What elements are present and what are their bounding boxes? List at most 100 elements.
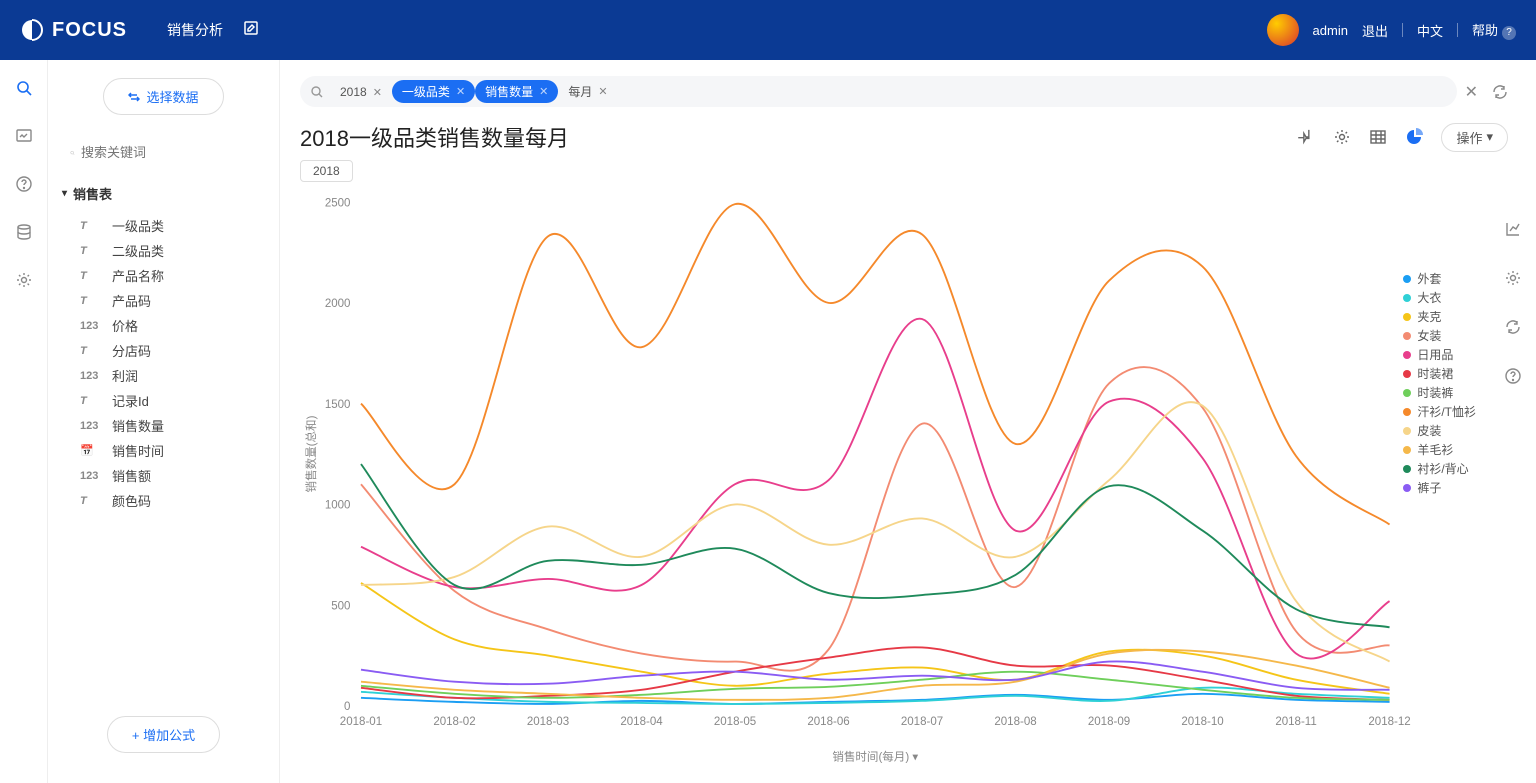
- field-label: 价格: [112, 316, 138, 335]
- lang-link[interactable]: 中文: [1417, 21, 1443, 40]
- refresh-icon[interactable]: [1504, 318, 1522, 341]
- legend-item[interactable]: 时装裙: [1403, 365, 1476, 382]
- field-label: 颜色码: [112, 491, 151, 510]
- field-item[interactable]: T颜色码: [62, 488, 265, 513]
- table-icon[interactable]: [1369, 128, 1387, 146]
- legend-item[interactable]: 裤子: [1403, 479, 1476, 496]
- legend-item[interactable]: 日用品: [1403, 346, 1476, 363]
- search-input[interactable]: [81, 145, 257, 160]
- username[interactable]: admin: [1313, 23, 1348, 38]
- legend-label: 羊毛衫: [1417, 441, 1453, 458]
- search-icon[interactable]: [14, 78, 34, 98]
- search-input-wrap[interactable]: [62, 139, 265, 166]
- query-pill[interactable]: 每月✕: [558, 80, 617, 103]
- axis-config-icon[interactable]: [1504, 220, 1522, 243]
- field-label: 利润: [112, 366, 138, 385]
- field-item[interactable]: T二级品类: [62, 238, 265, 263]
- close-icon[interactable]: ✕: [456, 85, 465, 98]
- field-item[interactable]: 123销售额: [62, 463, 265, 488]
- gear-icon[interactable]: [1333, 128, 1351, 146]
- logout-link[interactable]: 退出: [1362, 21, 1388, 40]
- clear-icon[interactable]: ✕: [1465, 82, 1478, 102]
- sidebar: 选择数据 销售表 T一级品类T二级品类T产品名称T产品码123价格T分店码123…: [48, 60, 280, 783]
- chart-title: 2018一级品类销售数量每月: [300, 121, 569, 153]
- legend-label: 汗衫/T恤衫: [1417, 403, 1476, 420]
- legend-item[interactable]: 女装: [1403, 327, 1476, 344]
- field-item[interactable]: 123销售数量: [62, 413, 265, 438]
- close-icon[interactable]: ✕: [539, 85, 548, 98]
- select-data-button[interactable]: 选择数据: [103, 78, 223, 115]
- field-label: 产品名称: [112, 266, 164, 285]
- chevron-down-icon: ▾: [1486, 129, 1493, 145]
- field-item[interactable]: T 分店码: [62, 338, 265, 363]
- close-icon[interactable]: ✕: [598, 85, 607, 98]
- field-type-icon: T: [80, 245, 102, 257]
- legend-item[interactable]: 时装裤: [1403, 384, 1476, 401]
- svg-text:500: 500: [331, 600, 350, 612]
- field-item[interactable]: 123 价格: [62, 313, 265, 338]
- field-type-icon: 123: [80, 320, 102, 332]
- legend-label: 外套: [1417, 270, 1441, 287]
- dashboard-icon[interactable]: [14, 126, 34, 146]
- field-type-icon: T: [80, 345, 102, 357]
- database-icon[interactable]: [14, 222, 34, 242]
- gear-icon[interactable]: [14, 270, 34, 290]
- nav-rail: [0, 60, 48, 783]
- field-label: 销售额: [112, 466, 151, 485]
- legend-label: 裤子: [1417, 479, 1441, 496]
- legend-label: 皮装: [1417, 422, 1441, 439]
- query-pill[interactable]: 销售数量✕: [475, 80, 558, 103]
- help-circle-icon[interactable]: [14, 174, 34, 194]
- legend-label: 女装: [1417, 327, 1441, 344]
- field-label: 销售时间: [112, 441, 164, 460]
- legend-dot: [1403, 351, 1411, 359]
- add-formula-button[interactable]: + 增加公式: [107, 716, 220, 753]
- main: 2018✕一级品类✕销售数量✕每月✕ ✕ 2018一级品类销售数量每月 操作▾ …: [280, 60, 1536, 783]
- svg-text:2018-01: 2018-01: [340, 716, 382, 728]
- table-name[interactable]: 销售表: [62, 184, 265, 203]
- help-circle-icon[interactable]: [1504, 367, 1522, 390]
- svg-text:销售时间(每月) ▾: 销售时间(每月) ▾: [832, 749, 918, 763]
- query-pill[interactable]: 一级品类✕: [392, 80, 475, 103]
- legend-item[interactable]: 大衣: [1403, 289, 1476, 306]
- help-link[interactable]: 帮助?: [1472, 20, 1516, 40]
- field-item[interactable]: 123 利润: [62, 363, 265, 388]
- legend-item[interactable]: 汗衫/T恤衫: [1403, 403, 1476, 420]
- field-type-icon: 123: [80, 420, 102, 432]
- chart-right-rail: [1504, 220, 1522, 390]
- field-label: 一级品类: [112, 216, 164, 235]
- field-label: 分店码: [112, 341, 151, 360]
- avatar[interactable]: [1267, 14, 1299, 46]
- query-input[interactable]: 2018✕一级品类✕销售数量✕每月✕: [300, 76, 1457, 107]
- logo[interactable]: FOCUS: [20, 18, 127, 42]
- field-item[interactable]: T 一级品类: [62, 213, 265, 238]
- line-chart: 050010001500200025002018-012018-022018-0…: [298, 173, 1526, 777]
- select-data-label: 选择数据: [146, 87, 198, 106]
- field-item[interactable]: T产品码: [62, 288, 265, 313]
- field-item[interactable]: T记录Id: [62, 388, 265, 413]
- legend-item[interactable]: 外套: [1403, 270, 1476, 287]
- field-type-icon: T: [80, 220, 102, 232]
- legend-dot: [1403, 370, 1411, 378]
- legend-dot: [1403, 389, 1411, 397]
- field-item[interactable]: T产品名称: [62, 263, 265, 288]
- legend-item[interactable]: 皮装: [1403, 422, 1476, 439]
- field-item[interactable]: 📅销售时间: [62, 438, 265, 463]
- legend-item[interactable]: 衬衫/背心: [1403, 460, 1476, 477]
- operations-button[interactable]: 操作▾: [1441, 123, 1508, 152]
- svg-text:2018-11: 2018-11: [1275, 716, 1316, 728]
- divider: [1402, 23, 1403, 37]
- query-pill[interactable]: 2018✕: [330, 82, 392, 102]
- chart: 050010001500200025002018-012018-022018-0…: [280, 163, 1536, 783]
- legend-item[interactable]: 羊毛衫: [1403, 441, 1476, 458]
- page-nav-title[interactable]: 销售分析: [167, 20, 223, 40]
- legend-item[interactable]: 夹克: [1403, 308, 1476, 325]
- pin-icon[interactable]: [1297, 128, 1315, 146]
- gear-icon[interactable]: [1504, 269, 1522, 292]
- topbar: FOCUS 销售分析 admin 退出 中文 帮助?: [0, 0, 1536, 60]
- close-icon[interactable]: ✕: [373, 86, 382, 99]
- field-type-icon: 123: [80, 370, 102, 382]
- chart-type-icon[interactable]: [1405, 128, 1423, 146]
- edit-icon[interactable]: [243, 20, 259, 41]
- refresh-icon[interactable]: [1492, 84, 1508, 100]
